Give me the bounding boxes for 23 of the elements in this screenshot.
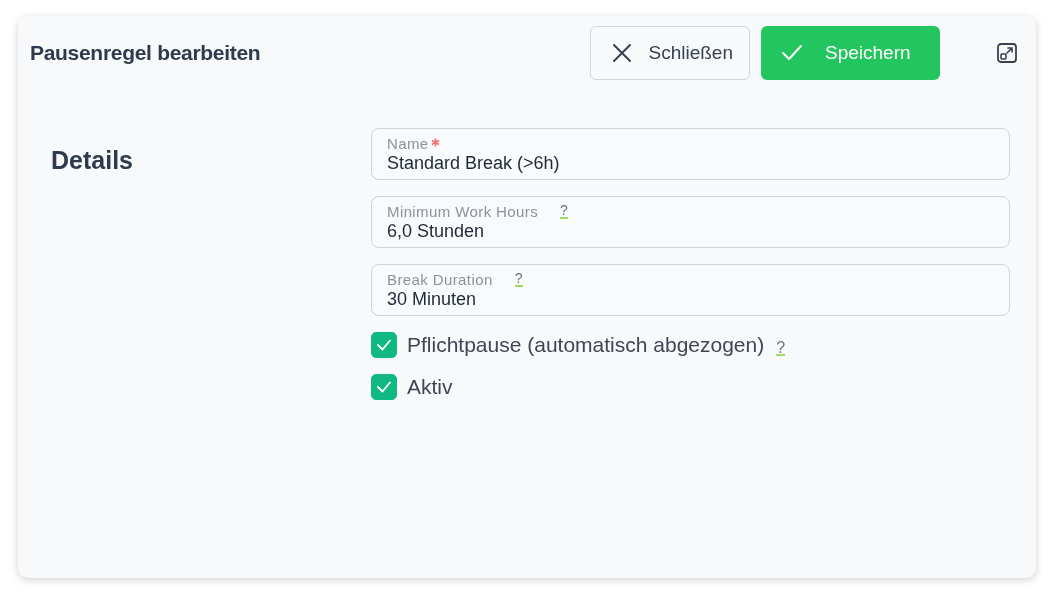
- help-link[interactable]: ?: [514, 271, 523, 287]
- field-label: Name: [387, 134, 429, 152]
- dialog-title: Pausenregel bearbeiten: [30, 41, 262, 65]
- checkbox[interactable]: [371, 332, 397, 358]
- help-link[interactable]: ?: [776, 340, 786, 356]
- section-title: Details: [51, 146, 134, 176]
- close-icon: [610, 42, 633, 64]
- checkbox-label: Aktiv: [407, 375, 453, 399]
- field-value: 6,0 Stunden: [387, 221, 486, 242]
- field-label: Break Duration: [387, 270, 493, 288]
- input-field[interactable]: Break Duration ? 30 Minuten: [371, 264, 1010, 316]
- checkbox[interactable]: [371, 374, 397, 400]
- expand-icon: [996, 42, 1018, 64]
- help-link[interactable]: ?: [560, 203, 569, 219]
- field-value: 30 Minuten: [387, 289, 478, 310]
- expand-button[interactable]: [996, 42, 1018, 64]
- close-button[interactable]: Schließen: [589, 26, 750, 80]
- check-icon: [781, 44, 803, 62]
- field-label: Minimum Work Hours: [387, 202, 539, 220]
- checkbox-label: Pflichtpause (automatisch abgezogen): [407, 333, 765, 357]
- input-field[interactable]: Minimum Work Hours ? 6,0 Stunden: [371, 196, 1010, 248]
- field-value: Standard Break (>6h): [387, 153, 561, 174]
- input-field[interactable]: Name Standard Break (>6h): [371, 128, 1010, 180]
